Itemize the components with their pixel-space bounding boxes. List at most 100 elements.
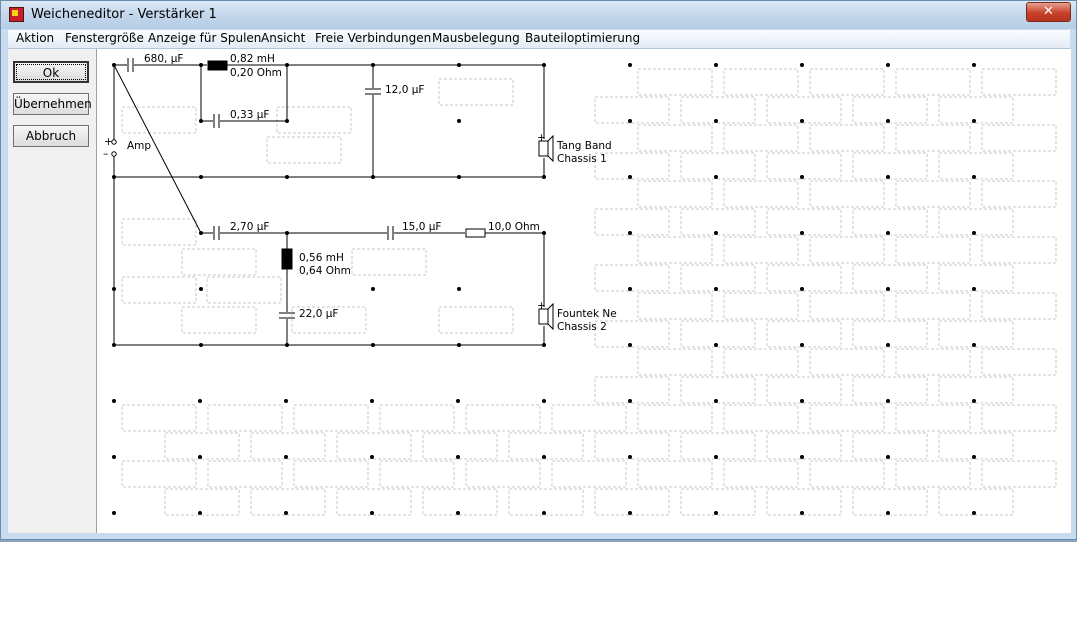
grid-slot[interactable] bbox=[680, 152, 756, 180]
grid-slot[interactable] bbox=[680, 96, 756, 124]
grid-slot[interactable] bbox=[293, 460, 369, 488]
grid-slot[interactable] bbox=[250, 432, 326, 460]
grid-slot[interactable] bbox=[164, 488, 240, 516]
grid-slot[interactable] bbox=[465, 404, 541, 432]
placement-grid[interactable] bbox=[121, 68, 1057, 516]
circuit-canvas[interactable]: 680, µF 0,82 mH 0,20 Ohm 0,33 µF 12,0 µF… bbox=[97, 49, 1071, 533]
grid-slot[interactable] bbox=[852, 152, 928, 180]
grid-slot[interactable] bbox=[551, 404, 627, 432]
menu-bauteiloptimierung[interactable]: Bauteiloptimierung bbox=[525, 31, 640, 45]
grid-slot[interactable] bbox=[766, 320, 842, 348]
grid-slot[interactable] bbox=[637, 292, 713, 320]
grid-slot[interactable] bbox=[852, 320, 928, 348]
circuit-components[interactable] bbox=[111, 58, 554, 331]
resistor-r1-woofer[interactable] bbox=[465, 228, 486, 238]
apply-button[interactable]: Übernehmen bbox=[13, 93, 92, 115]
capacitor-c1-tweeter[interactable] bbox=[127, 58, 134, 72]
close-button[interactable]: ✕ bbox=[1026, 2, 1071, 22]
grid-slot[interactable] bbox=[766, 488, 842, 516]
grid-slot[interactable] bbox=[809, 292, 885, 320]
amp-terminal-minus[interactable] bbox=[111, 151, 117, 157]
grid-slot[interactable] bbox=[594, 376, 670, 404]
grid-slot[interactable] bbox=[723, 236, 799, 264]
grid-slot[interactable] bbox=[981, 124, 1057, 152]
grid-slot[interactable] bbox=[336, 432, 412, 460]
grid-slot[interactable] bbox=[938, 152, 1014, 180]
grid-slot[interactable] bbox=[121, 460, 197, 488]
grid-slot[interactable] bbox=[181, 248, 257, 276]
grid-slot[interactable] bbox=[895, 236, 971, 264]
grid-slot[interactable] bbox=[895, 180, 971, 208]
grid-slot[interactable] bbox=[594, 208, 670, 236]
grid-slot[interactable] bbox=[852, 96, 928, 124]
grid-slot[interactable] bbox=[852, 264, 928, 292]
capacitor-c2-tweeter[interactable] bbox=[213, 114, 220, 128]
menu-fenstergroesse[interactable]: Fenstergröße bbox=[65, 31, 144, 45]
grid-slot[interactable] bbox=[938, 376, 1014, 404]
inductor-l1-tweeter[interactable] bbox=[207, 60, 228, 71]
menu-freie-verbindungen[interactable]: Freie Verbindungen bbox=[315, 31, 431, 45]
title-bar[interactable]: Weicheneditor - Verstärker 1 ✕ bbox=[1, 1, 1076, 29]
grid-slot[interactable] bbox=[938, 488, 1014, 516]
grid-slot[interactable] bbox=[938, 432, 1014, 460]
grid-slot[interactable] bbox=[938, 264, 1014, 292]
menu-anzeige-spulen[interactable]: Anzeige für Spulen bbox=[148, 31, 261, 45]
grid-slot[interactable] bbox=[895, 460, 971, 488]
grid-slot[interactable] bbox=[723, 348, 799, 376]
grid-slot[interactable] bbox=[895, 124, 971, 152]
grid-slot[interactable] bbox=[680, 208, 756, 236]
grid-slot[interactable] bbox=[766, 376, 842, 404]
menu-ansicht[interactable]: Ansicht bbox=[261, 31, 305, 45]
grid-slot[interactable] bbox=[809, 124, 885, 152]
grid-slot[interactable] bbox=[938, 208, 1014, 236]
grid-slot[interactable] bbox=[637, 348, 713, 376]
grid-slot[interactable] bbox=[766, 432, 842, 460]
grid-slot[interactable] bbox=[465, 460, 541, 488]
grid-slot[interactable] bbox=[121, 106, 197, 134]
inductor-l1-woofer[interactable] bbox=[281, 248, 293, 270]
grid-slot[interactable] bbox=[293, 404, 369, 432]
grid-slot[interactable] bbox=[207, 404, 283, 432]
grid-slot[interactable] bbox=[121, 218, 197, 246]
cancel-button[interactable]: Abbruch bbox=[13, 125, 89, 147]
grid-slot[interactable] bbox=[637, 180, 713, 208]
grid-slot[interactable] bbox=[938, 96, 1014, 124]
grid-slot[interactable] bbox=[981, 236, 1057, 264]
grid-slot[interactable] bbox=[637, 236, 713, 264]
grid-slot[interactable] bbox=[852, 208, 928, 236]
grid-slot[interactable] bbox=[766, 264, 842, 292]
grid-slot[interactable] bbox=[379, 404, 455, 432]
grid-slot[interactable] bbox=[637, 68, 713, 96]
grid-slot[interactable] bbox=[723, 68, 799, 96]
grid-slot[interactable] bbox=[809, 68, 885, 96]
grid-slot[interactable] bbox=[680, 320, 756, 348]
grid-slot[interactable] bbox=[938, 320, 1014, 348]
grid-slot[interactable] bbox=[981, 404, 1057, 432]
grid-slot[interactable] bbox=[809, 236, 885, 264]
grid-slot[interactable] bbox=[895, 292, 971, 320]
grid-slot[interactable] bbox=[680, 264, 756, 292]
grid-slot[interactable] bbox=[680, 376, 756, 404]
grid-slot[interactable] bbox=[637, 460, 713, 488]
grid-slot[interactable] bbox=[680, 488, 756, 516]
grid-slot[interactable] bbox=[121, 276, 197, 304]
grid-slot[interactable] bbox=[266, 136, 342, 164]
menu-aktion[interactable]: Aktion bbox=[16, 31, 54, 45]
grid-slot[interactable] bbox=[121, 404, 197, 432]
grid-slot[interactable] bbox=[981, 180, 1057, 208]
grid-slot[interactable] bbox=[594, 488, 670, 516]
menu-mausbelegung[interactable]: Mausbelegung bbox=[432, 31, 520, 45]
grid-slot[interactable] bbox=[422, 488, 498, 516]
grid-slot[interactable] bbox=[723, 180, 799, 208]
grid-slot[interactable] bbox=[809, 404, 885, 432]
grid-slot[interactable] bbox=[594, 264, 670, 292]
capacitor-c3-tweeter[interactable] bbox=[365, 88, 381, 95]
grid-slot[interactable] bbox=[422, 432, 498, 460]
grid-slot[interactable] bbox=[766, 152, 842, 180]
grid-slot[interactable] bbox=[981, 68, 1057, 96]
grid-slot[interactable] bbox=[594, 96, 670, 124]
grid-slot[interactable] bbox=[336, 488, 412, 516]
ok-button[interactable]: Ok bbox=[13, 61, 89, 83]
grid-slot[interactable] bbox=[438, 306, 514, 334]
capacitor-c3-woofer[interactable] bbox=[279, 312, 295, 319]
